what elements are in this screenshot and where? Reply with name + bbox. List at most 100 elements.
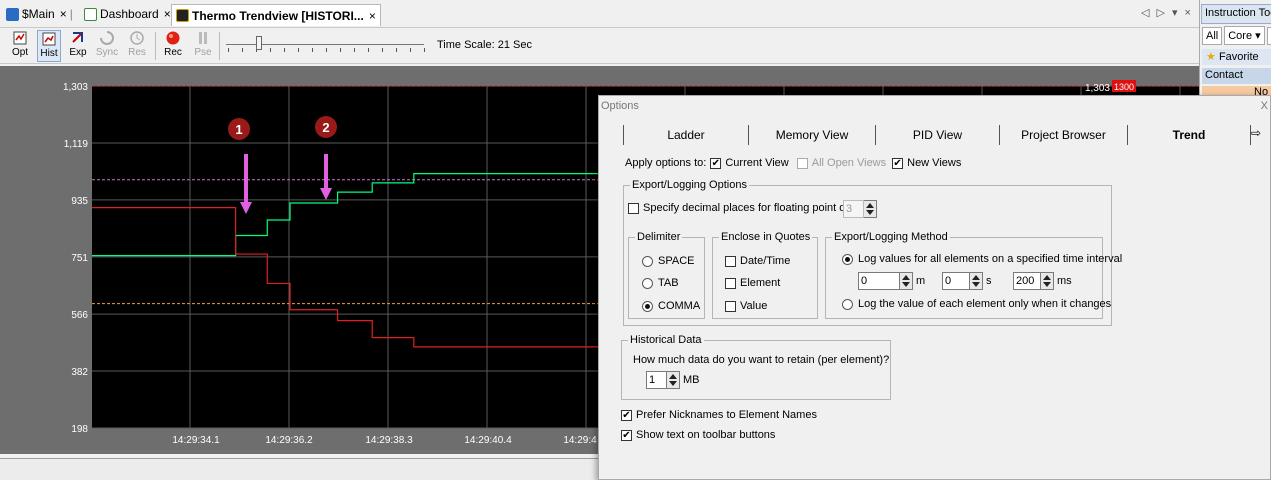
interval-seconds-input[interactable]: 0 bbox=[942, 272, 970, 290]
close-icon[interactable]: × bbox=[164, 7, 171, 21]
y-tick-label: 751 bbox=[71, 253, 88, 264]
tab-main[interactable]: $Main × | bbox=[2, 4, 77, 24]
delimiter-comma-option[interactable]: COMMA bbox=[642, 300, 700, 312]
tab-trendview-label: Thermo Trendview [HISTORI... bbox=[192, 8, 364, 23]
history-button[interactable]: Hist bbox=[37, 30, 61, 62]
apply-options-row: Apply options to: ✔ Current View All Ope… bbox=[625, 157, 961, 169]
tab-project-browser[interactable]: Project Browser bbox=[999, 125, 1127, 145]
sync-button[interactable]: Sync bbox=[95, 30, 119, 62]
enclose-datetime-option[interactable]: Date/Time bbox=[725, 255, 790, 267]
export-logging-options-group: Export/Logging Options Specify decimal p… bbox=[623, 179, 1122, 326]
y-tick-label: 566 bbox=[71, 310, 88, 321]
tab-dashboard[interactable]: Dashboard × | bbox=[80, 4, 181, 24]
x-tick-label: 14:29:36.2 bbox=[265, 435, 313, 446]
delimiter-space-radio[interactable] bbox=[642, 255, 653, 267]
new-views-checkbox[interactable]: ✔ bbox=[892, 157, 904, 169]
spinner-arrows-icon[interactable] bbox=[1041, 272, 1054, 290]
close-icon[interactable]: × bbox=[369, 9, 376, 23]
instruction-toolbox-title[interactable]: Instruction Too bbox=[1201, 4, 1271, 24]
tab-scroll-arrow-icon[interactable]: ⇨ bbox=[1251, 126, 1261, 140]
trend-toolbar: Opt Hist Exp Sync Res Rec Pse bbox=[0, 28, 1199, 64]
delimiter-tab-option[interactable]: TAB bbox=[642, 277, 679, 289]
spinner-arrows-icon bbox=[864, 200, 877, 218]
record-button[interactable]: Rec bbox=[161, 30, 185, 62]
filter-core-dropdown[interactable]: Core ▾ bbox=[1224, 26, 1265, 45]
enclose-datetime-checkbox[interactable] bbox=[725, 255, 736, 267]
x-tick-label: 14:29:40.4 bbox=[464, 435, 512, 446]
options-tab-bar: Ladder Memory View PID View Project Brow… bbox=[623, 125, 1271, 145]
delimiter-space-option[interactable]: SPACE bbox=[642, 255, 694, 267]
options-dialog: Options X Ladder Memory View PID View Pr… bbox=[598, 95, 1271, 480]
options-button[interactable]: Opt bbox=[8, 30, 32, 62]
pause-button[interactable]: Pse bbox=[191, 30, 215, 62]
interval-ms-input[interactable]: 200 bbox=[1013, 272, 1041, 290]
export-logging-options-title: Export/Logging Options bbox=[630, 179, 749, 191]
interval-seconds-unit: s bbox=[986, 275, 992, 287]
y-tick-label: 1,303 bbox=[63, 82, 88, 93]
slider-tick bbox=[368, 48, 369, 52]
tab-thermo-trendview[interactable]: Thermo Trendview [HISTORI... × bbox=[171, 4, 381, 26]
all-open-views-label: All Open Views bbox=[811, 157, 887, 169]
tab-dashboard-label: Dashboard bbox=[100, 7, 159, 21]
slider-tick bbox=[410, 48, 411, 52]
method-change-radio[interactable] bbox=[842, 298, 853, 310]
export-button[interactable]: Exp bbox=[66, 30, 90, 62]
decimal-places-input: 3 bbox=[843, 200, 864, 218]
enclose-quotes-group: Enclose in Quotes Date/Time Element Valu… bbox=[712, 231, 818, 319]
delimiter-space-label: SPACE bbox=[658, 255, 695, 267]
method-change-option[interactable]: Log the value of each element only when … bbox=[842, 298, 1111, 310]
close-icon[interactable]: × bbox=[60, 7, 67, 21]
new-views-label: New Views bbox=[907, 157, 962, 169]
tab-strip-controls[interactable]: ◁ ▷ ▾ × bbox=[1141, 6, 1193, 19]
method-change-label: Log the value of each element only when … bbox=[858, 298, 1112, 310]
tab-ladder[interactable]: Ladder bbox=[623, 125, 748, 145]
history-button-label: Hist bbox=[40, 48, 58, 59]
enclose-element-checkbox[interactable] bbox=[725, 277, 736, 289]
delimiter-tab-radio[interactable] bbox=[642, 277, 653, 289]
historical-size-stepper: 1 MB bbox=[646, 371, 700, 389]
time-scale-slider-thumb[interactable] bbox=[256, 36, 262, 50]
reset-button[interactable]: Res bbox=[125, 30, 149, 62]
tab-trend[interactable]: Trend bbox=[1127, 125, 1251, 145]
current-view-checkbox[interactable]: ✔ bbox=[710, 157, 722, 169]
trendview-icon bbox=[176, 9, 189, 22]
enclose-value-checkbox[interactable] bbox=[725, 300, 736, 312]
interval-minutes-input[interactable]: 0 bbox=[858, 272, 900, 290]
document-tab-strip: $Main × | Dashboard × | Thermo Trendview… bbox=[0, 0, 1199, 28]
star-icon: ★ bbox=[1206, 51, 1216, 63]
decimal-places-stepper: 3 bbox=[843, 200, 877, 218]
filter-all-button[interactable]: All bbox=[1202, 27, 1223, 45]
historical-question: How much data do you want to retain (per… bbox=[633, 354, 890, 366]
delimiter-comma-radio[interactable] bbox=[642, 300, 653, 312]
y-tick-label: 382 bbox=[71, 367, 88, 378]
delimiter-title: Delimiter bbox=[635, 231, 683, 243]
enclose-value-option[interactable]: Value bbox=[725, 300, 767, 312]
spinner-arrows-icon[interactable] bbox=[970, 272, 983, 290]
show-text-toolbar-checkbox[interactable]: ✔ bbox=[621, 429, 632, 441]
spinner-arrows-icon[interactable] bbox=[667, 371, 680, 389]
tab-pid-view[interactable]: PID View bbox=[875, 125, 999, 145]
historical-data-group: Historical Data How much data do you wan… bbox=[621, 334, 891, 400]
enclose-element-option[interactable]: Element bbox=[725, 277, 780, 289]
slider-tick bbox=[340, 48, 341, 52]
contact-category[interactable]: Contact bbox=[1202, 68, 1271, 84]
method-interval-radio[interactable] bbox=[842, 253, 853, 265]
method-interval-option[interactable]: Log values for all elements on a specifi… bbox=[842, 253, 1122, 265]
spinner-arrows-icon[interactable] bbox=[900, 272, 913, 290]
tab-main-label: $Main bbox=[22, 7, 55, 21]
decimal-places-checkbox[interactable] bbox=[628, 202, 639, 214]
show-text-toolbar-option[interactable]: ✔ Show text on toolbar buttons bbox=[621, 429, 775, 441]
prefer-nicknames-checkbox[interactable]: ✔ bbox=[621, 409, 632, 421]
favorites-row[interactable]: ★ Favorite bbox=[1202, 49, 1271, 65]
filter-extra-button[interactable]: C bbox=[1266, 27, 1271, 45]
close-icon[interactable]: X bbox=[1261, 100, 1268, 112]
tab-memory-view[interactable]: Memory View bbox=[748, 125, 875, 145]
interval-minutes-stepper: 0 m bbox=[858, 272, 925, 290]
history-icon bbox=[42, 32, 56, 46]
annotation-marker-label: 2 bbox=[322, 120, 329, 135]
historical-size-input[interactable]: 1 bbox=[646, 371, 667, 389]
enclose-datetime-label: Date/Time bbox=[740, 255, 791, 267]
export-logging-method-group: Export/Logging Method Log values for all… bbox=[825, 231, 1122, 319]
prefer-nicknames-option[interactable]: ✔ Prefer Nicknames to Element Names bbox=[621, 409, 817, 421]
historical-data-title: Historical Data bbox=[628, 334, 704, 346]
